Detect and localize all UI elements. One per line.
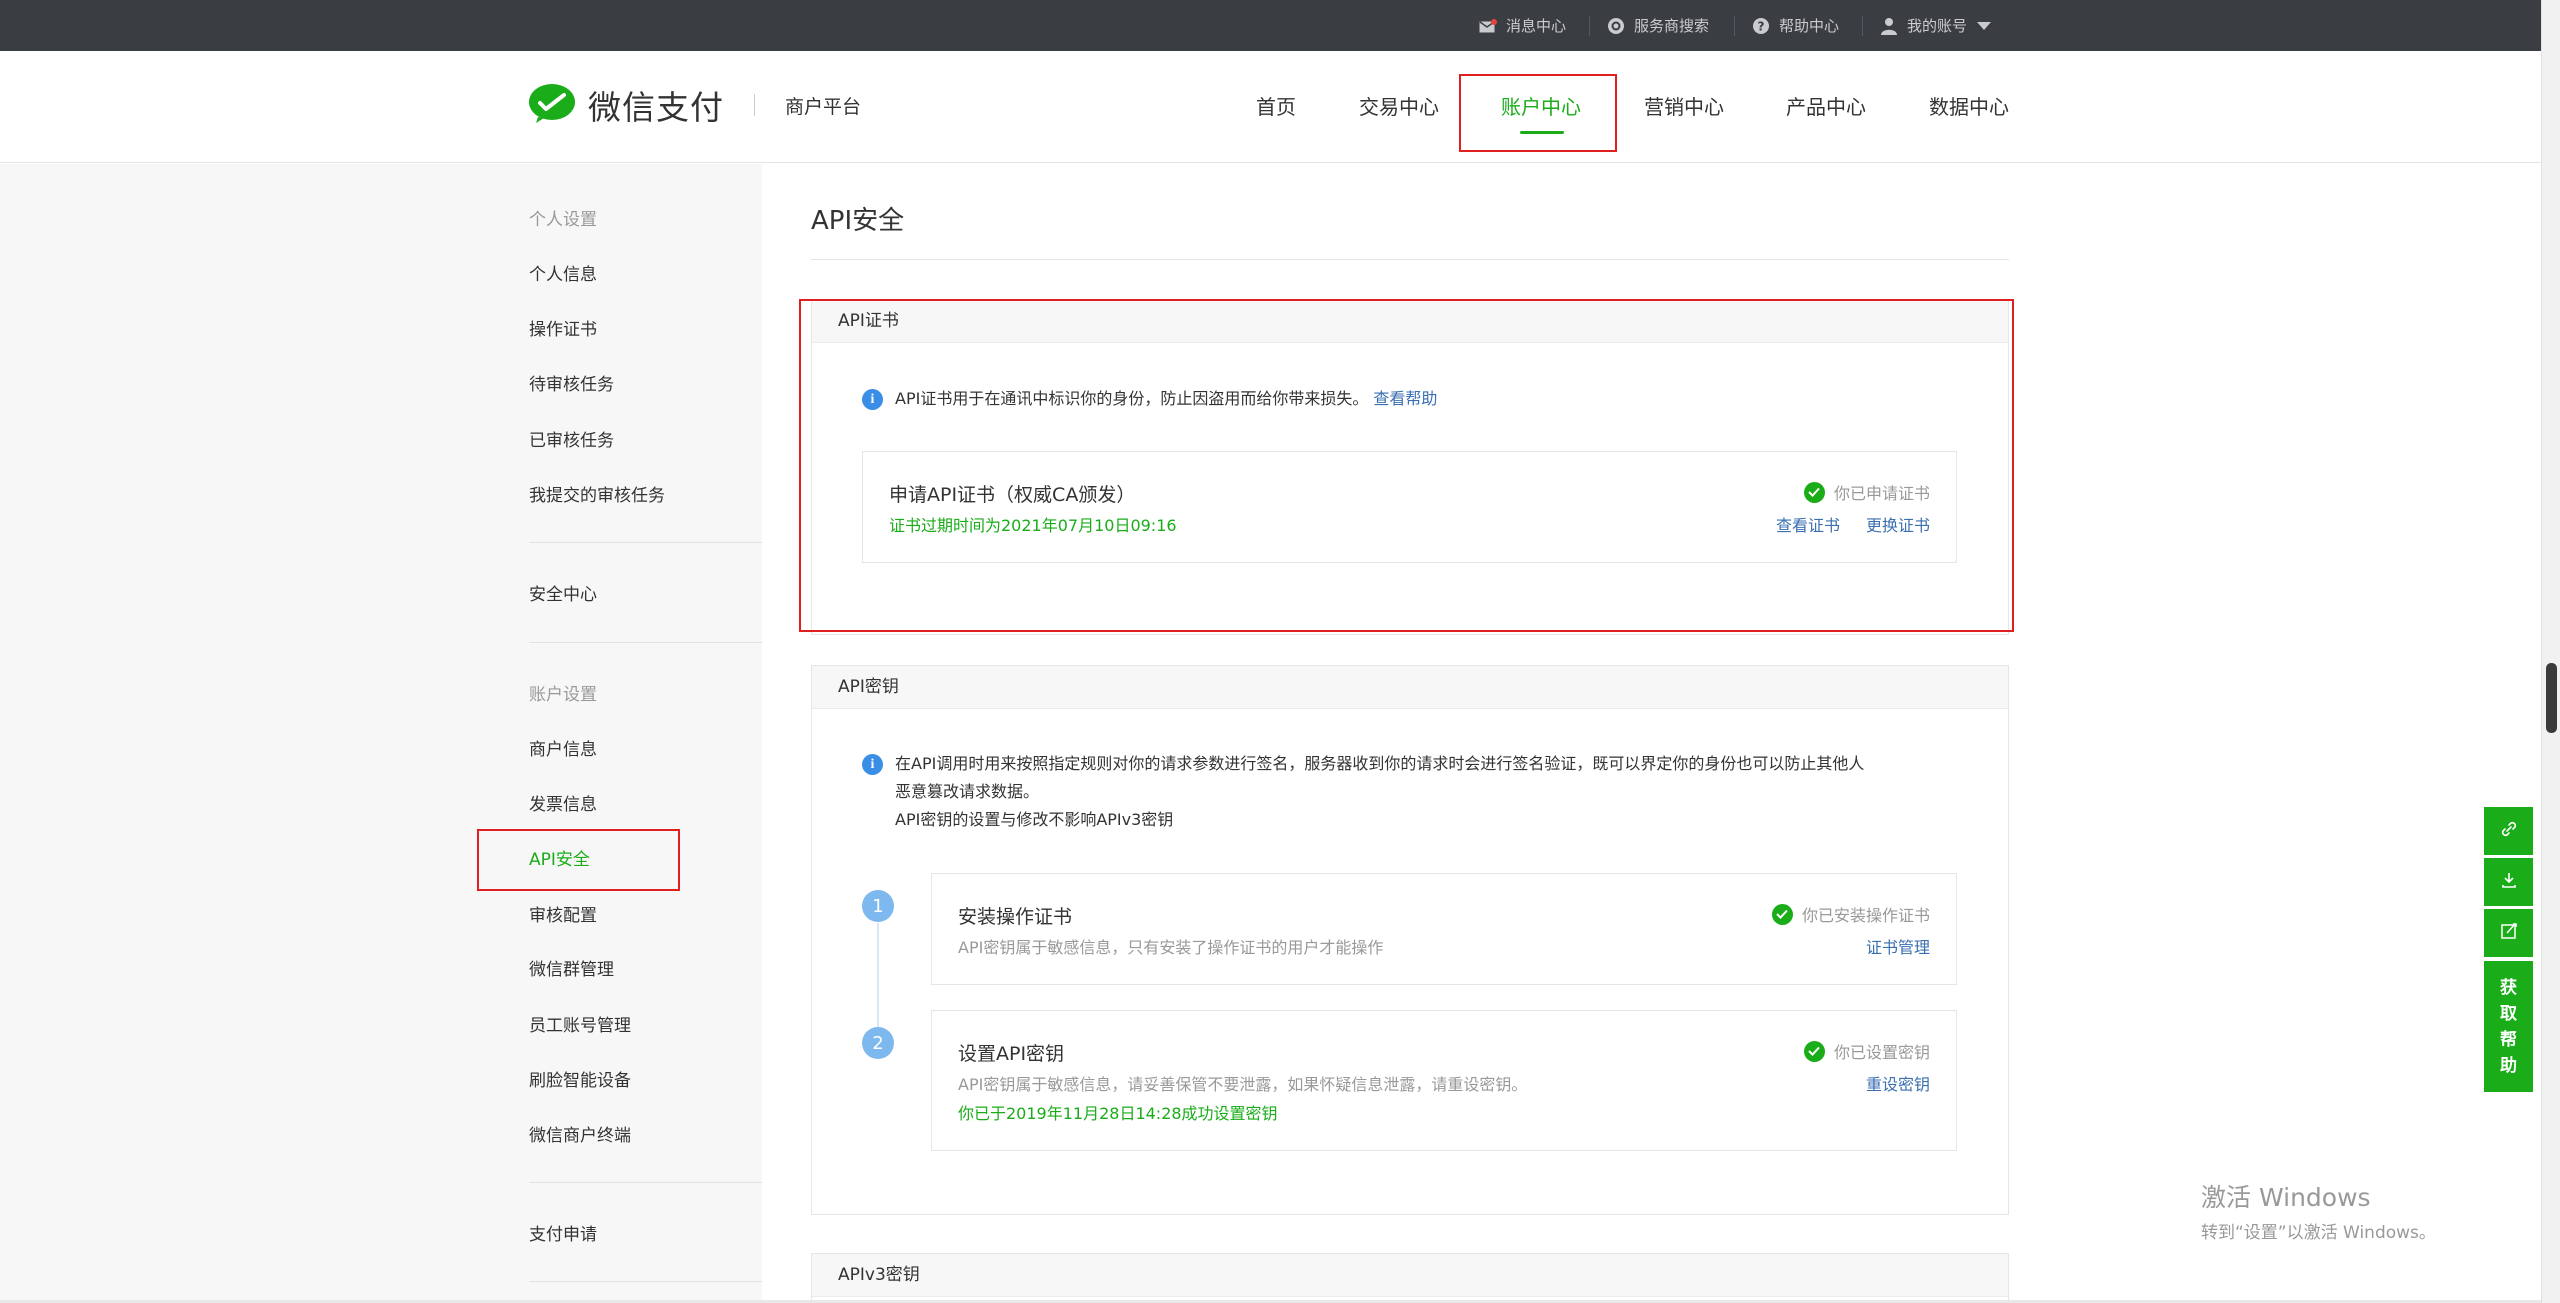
sidebar-divider [529, 642, 762, 643]
api-key-info: i 在API调用时用来按照指定规则对你的请求参数进行签名，服务器收到你的请求时会… [862, 750, 1864, 834]
step-2-title: 设置API密钥 [958, 1043, 1065, 1065]
brand-name: 微信支付 [588, 88, 724, 127]
watermark-line2: 转到“设置”以激活 Windows。 [2201, 1223, 2436, 1243]
sidebar-group-account: 账户设置 [529, 685, 597, 705]
topbar-divider [1589, 16, 1590, 36]
sidebar-item-face-devices[interactable]: 刷脸智能设备 [529, 1066, 631, 1091]
account-label: 我的账号 [1907, 17, 1968, 35]
sidebar-item-review-config[interactable]: 审核配置 [529, 901, 597, 926]
step-1-status-text: 你已安装操作证书 [1801, 906, 1930, 925]
topbar-divider [1734, 16, 1735, 36]
sidebar-divider [529, 542, 762, 543]
get-help-char: 获 [2500, 977, 2517, 998]
nav-products[interactable]: 产品中心 [1786, 91, 1866, 120]
download-icon [2499, 870, 2519, 894]
step-2-desc: API密钥属于敏感信息，请妥善保管不要泄露，如果怀疑信息泄露，请重设密钥。 [958, 1075, 1528, 1094]
search-circle-icon [1607, 17, 1625, 35]
sidebar-item-pay-apply[interactable]: 支付申请 [529, 1220, 597, 1245]
step-1-card: 安装操作证书 API密钥属于敏感信息，只有安装了操作证书的用户才能操作 你已安装… [931, 873, 1957, 985]
sidebar-item-merchant-info[interactable]: 商户信息 [529, 735, 597, 760]
chevron-down-icon [1977, 17, 1992, 35]
messages-label: 消息中心 [1506, 17, 1567, 35]
sidebar-divider [529, 1281, 762, 1282]
nav-home[interactable]: 首页 [1256, 91, 1296, 120]
get-help-char: 取 [2500, 1003, 2517, 1024]
platform-name: 商户平台 [785, 95, 862, 118]
highlight-box-nav [1459, 74, 1617, 152]
envelope-icon [1479, 17, 1497, 35]
header: 微信支付 商户平台 首页 交易中心 账户中心 营销中心 产品中心 数据中心 [0, 51, 2541, 163]
step-2-card: 设置API密钥 API密钥属于敏感信息，请妥善保管不要泄露，如果怀疑信息泄露，请… [931, 1010, 1957, 1151]
edit-icon [2499, 921, 2519, 945]
svg-text:?: ? [1758, 19, 1765, 33]
step-1-title: 安装操作证书 [958, 906, 1073, 928]
sidebar-item-invoice-info[interactable]: 发票信息 [529, 790, 597, 815]
info-icon: i [862, 754, 883, 775]
top-bar: 消息中心 服务商搜索 ? 帮助中心 我的账号 [0, 0, 2541, 51]
help-label: 帮助中心 [1779, 17, 1840, 35]
question-icon: ? [1752, 17, 1770, 35]
sidebar-item-pending-review[interactable]: 待审核任务 [529, 370, 614, 395]
watermark-line1: 激活 Windows [2201, 1183, 2371, 1212]
nav-data[interactable]: 数据中心 [1929, 91, 2009, 120]
account-menu[interactable]: 我的账号 [1880, 0, 1992, 51]
cert-manage-link[interactable]: 证书管理 [1866, 934, 1930, 958]
check-circle-icon [1771, 903, 1793, 925]
sidebar-item-my-submitted[interactable]: 我提交的审核任务 [529, 481, 665, 506]
nav-transactions[interactable]: 交易中心 [1359, 91, 1439, 120]
provider-search-label: 服务商搜索 [1634, 17, 1710, 35]
api-key-header: API密钥 [812, 666, 2008, 709]
apiv3-key-header: APIv3密钥 [812, 1254, 2008, 1297]
topbar-divider [1862, 16, 1863, 36]
step-2-badge: 2 [862, 1027, 894, 1059]
sidebar-item-wechat-group[interactable]: 微信群管理 [529, 955, 614, 980]
sidebar-item-reviewed[interactable]: 已审核任务 [529, 426, 614, 451]
check-circle-icon [1803, 1040, 1825, 1062]
get-help-char: 助 [2500, 1055, 2517, 1076]
vertical-scrollbar[interactable] [2541, 0, 2560, 1303]
help-link[interactable]: ? 帮助中心 [1752, 0, 1839, 51]
sidebar-item-security-center[interactable]: 安全中心 [529, 580, 597, 605]
float-edit-button[interactable] [2484, 909, 2533, 957]
link-icon [2499, 819, 2519, 843]
highlight-box-sidebar [477, 829, 680, 891]
sidebar-item-personal-info[interactable]: 个人信息 [529, 260, 597, 285]
api-key-info-line2: 恶意篡改请求数据。 [895, 782, 1040, 801]
title-divider [811, 259, 2009, 260]
api-key-info-line3: API密钥的设置与修改不影响APIv3密钥 [895, 810, 1174, 829]
wechat-pay-icon [528, 83, 576, 127]
get-help-char: 帮 [2500, 1029, 2517, 1050]
wechat-pay-logo[interactable]: 微信支付 商户平台 [528, 81, 861, 129]
sidebar-divider [529, 1182, 762, 1183]
provider-search-link[interactable]: 服务商搜索 [1607, 0, 1709, 51]
user-icon [1880, 17, 1898, 35]
windows-activation-watermark: 激活 Windows 转到“设置”以激活 Windows。 [2201, 1178, 2436, 1243]
step-1-badge: 1 [862, 890, 894, 922]
sidebar: 个人设置 个人信息 操作证书 待审核任务 已审核任务 我提交的审核任务 安全中心… [0, 164, 762, 1303]
step-1-desc: API密钥属于敏感信息，只有安装了操作证书的用户才能操作 [958, 938, 1384, 957]
reset-key-link[interactable]: 重设密钥 [1866, 1071, 1930, 1095]
scrollbar-thumb[interactable] [2546, 663, 2557, 733]
messages-link[interactable]: 消息中心 [1479, 0, 1566, 51]
step-1-status: 你已安装操作证书 [1771, 902, 1930, 926]
step-2-status: 你已设置密钥 [1803, 1039, 1930, 1063]
float-link-button[interactable] [2484, 807, 2533, 855]
sidebar-item-staff-accounts[interactable]: 员工账号管理 [529, 1011, 631, 1036]
logo-divider [754, 94, 755, 116]
step-2-actions: 重设密钥 [1840, 1071, 1930, 1095]
float-download-button[interactable] [2484, 858, 2533, 906]
float-get-help-button[interactable]: 获 取 帮 助 [2484, 961, 2533, 1092]
step-2-done: 你已于2019年11月28日14:28成功设置密钥 [958, 1104, 1278, 1123]
sidebar-item-operation-cert[interactable]: 操作证书 [529, 315, 597, 340]
page-title: API安全 [811, 206, 905, 236]
api-key-info-line1: 在API调用时用来按照指定规则对你的请求参数进行签名，服务器收到你的请求时会进行… [895, 754, 1865, 773]
sidebar-group-personal: 个人设置 [529, 210, 597, 230]
highlight-box-cert [799, 299, 2014, 632]
sidebar-item-merchant-terminal[interactable]: 微信商户终端 [529, 1121, 631, 1146]
apiv3-key-panel: APIv3密钥 [811, 1253, 2009, 1303]
step-1-actions: 证书管理 [1840, 934, 1930, 958]
step-2-status-text: 你已设置密钥 [1833, 1043, 1930, 1062]
nav-marketing[interactable]: 营销中心 [1644, 91, 1724, 120]
